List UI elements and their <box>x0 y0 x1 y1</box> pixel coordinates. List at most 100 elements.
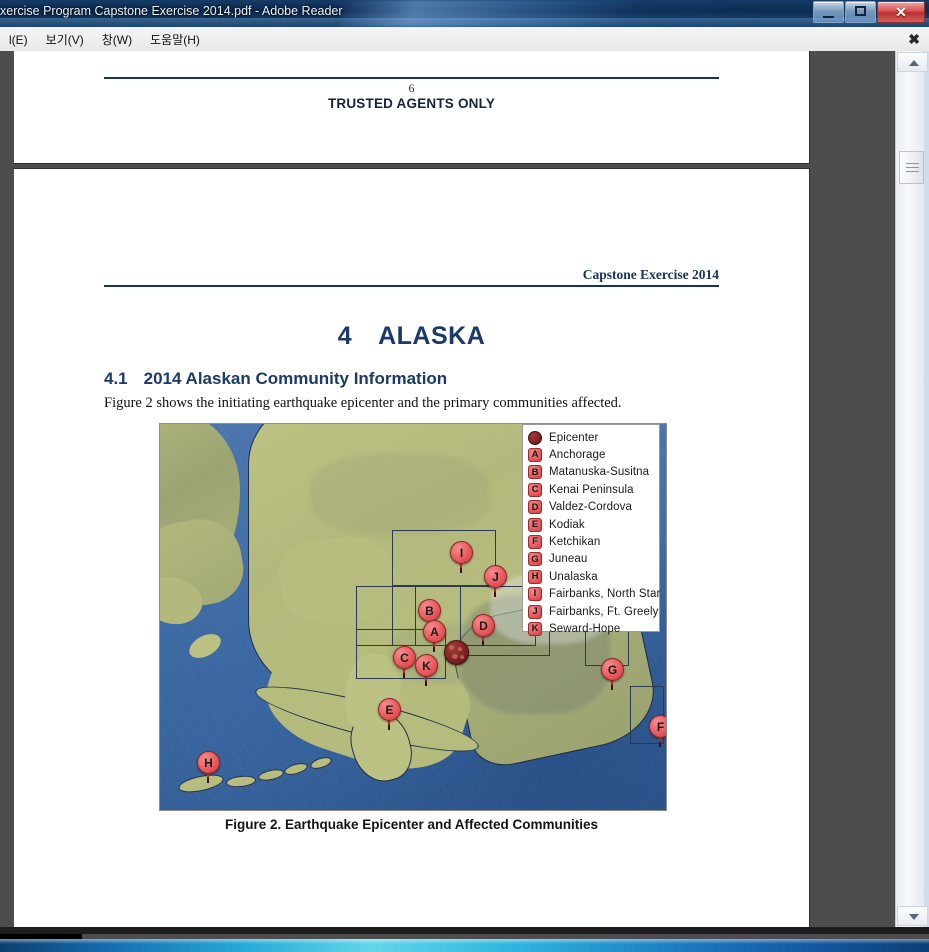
section-heading-1-number: 4 <box>337 322 353 350</box>
scrollbar-thumb[interactable] <box>899 151 924 184</box>
legend-item-K: K Seward-Hope <box>523 620 659 637</box>
legend-badge-E: E <box>528 517 542 532</box>
map-marker-H[interactable]: H <box>197 751 220 783</box>
section-heading-1: 4 ALASKA <box>104 322 719 351</box>
adobe-reader-window: xercise Program Capstone Exercise 2014.p… <box>0 0 929 952</box>
figure-2-map[interactable]: I J B A D C K E G H F Epicenter A Anchor… <box>159 423 667 811</box>
pin-head: B <box>418 599 441 622</box>
map-marker-E[interactable]: E <box>378 698 401 730</box>
taskbar-dark-strip <box>0 927 929 934</box>
map-marker-label: F <box>656 719 665 734</box>
chevron-down-icon <box>909 914 919 920</box>
map-marker-A[interactable]: A <box>423 620 446 652</box>
titlebar-bottom-sheen <box>0 18 929 27</box>
page-footer-rule <box>104 77 719 79</box>
legend-badge-epicenter <box>528 430 542 445</box>
menu-item-edit[interactable]: l(E) <box>0 30 37 50</box>
epicenter-speckle <box>458 647 462 651</box>
legend-badge-D: D <box>528 500 542 515</box>
map-marker-C[interactable]: C <box>393 646 416 678</box>
menu-item-help[interactable]: 도움말(H) <box>141 28 209 51</box>
legend-label: Valdez-Cordova <box>549 501 633 514</box>
minimize-button[interactable] <box>813 1 844 23</box>
pin-head: J <box>484 565 507 588</box>
window-title: xercise Program Capstone Exercise 2014.p… <box>0 4 343 18</box>
legend-item-B: B Matanuska-Susitna <box>523 464 659 481</box>
legend-badge-B: B <box>528 465 542 480</box>
document-viewport[interactable]: 6 TRUSTED AGENTS ONLY Capstone Exercise … <box>0 51 895 927</box>
running-header: Capstone Exercise 2014 <box>582 267 719 282</box>
map-marker-label: D <box>479 618 488 633</box>
legend-label: Matanuska-Susitna <box>549 466 650 479</box>
legend-badge-A: A <box>528 448 542 463</box>
legend-label: Fairbanks, Ft. Greely <box>549 605 659 618</box>
legend-badge-F: F <box>528 535 542 550</box>
scrollbar-track-shade <box>924 51 929 927</box>
legend-item-F: F Ketchikan <box>523 533 659 550</box>
map-marker-label: G <box>607 662 618 677</box>
maximize-button[interactable] <box>845 1 876 23</box>
vertical-scrollbar[interactable] <box>895 51 929 927</box>
map-marker-J[interactable]: J <box>484 565 507 597</box>
legend-item-J: J Fairbanks, Ft. Greely <box>523 603 659 620</box>
pdf-page-current: Capstone Exercise 2014 4 ALASKA 4.1 2014 A… <box>14 169 809 927</box>
map-marker-label: B <box>425 603 434 618</box>
map-marker-I[interactable]: I <box>450 541 473 573</box>
page-number: 6 <box>408 81 415 95</box>
legend-label: Seward-Hope <box>549 622 621 635</box>
map-marker-label: A <box>430 624 439 639</box>
legend-label: Juneau <box>549 553 588 566</box>
viewer-left-gutter <box>0 51 14 927</box>
map-marker-K[interactable]: K <box>415 654 438 686</box>
legend-badge-K: K <box>528 621 542 636</box>
page-header-rule <box>104 285 719 287</box>
section-heading-1-text: ALASKA <box>378 322 486 350</box>
map-marker-label: J <box>492 569 499 584</box>
pin-head: D <box>472 614 495 637</box>
map-marker-label: I <box>459 545 464 560</box>
legend-badge-I: I <box>528 587 542 602</box>
epicenter-speckle <box>452 654 458 659</box>
window-titlebar[interactable]: xercise Program Capstone Exercise 2014.p… <box>0 0 929 27</box>
close-icon: ✕ <box>895 4 907 20</box>
grip-lines-icon <box>906 163 919 164</box>
section-heading-2-text: 2014 Alaskan Community Information <box>143 369 448 388</box>
chevron-up-icon <box>909 60 919 66</box>
figure-caption: Figure 2. Earthquake Epicenter and Affec… <box>224 817 599 832</box>
pin-head: A <box>423 620 446 643</box>
map-marker-D[interactable]: D <box>472 614 495 646</box>
pin-head: G <box>601 658 624 681</box>
menu-item-view[interactable]: 보기(V) <box>37 28 93 51</box>
pdf-page-previous: 6 TRUSTED AGENTS ONLY <box>14 51 809 163</box>
legend-badge-H: H <box>528 569 542 584</box>
pin-head: E <box>378 698 401 721</box>
window-controls: ✕ <box>812 1 925 23</box>
map-marker-label: H <box>204 755 213 770</box>
legend-badge-C: C <box>528 482 542 497</box>
menu-items: l(E) 보기(V) 창(W) 도움말(H) <box>0 27 209 51</box>
close-button[interactable]: ✕ <box>877 1 925 23</box>
body-paragraph: Figure 2 shows the initiating earthquake… <box>104 395 622 411</box>
map-marker-G[interactable]: G <box>601 658 624 690</box>
legend-item-I: I Fairbanks, North Star <box>523 586 661 603</box>
legend-item-epicenter: Epicenter <box>523 429 659 446</box>
legend-label: Ketchikan <box>549 536 601 549</box>
scroll-up-button[interactable] <box>897 52 928 72</box>
legend-label: Kodiak <box>549 518 585 531</box>
legend-label: Unalaska <box>549 570 598 583</box>
menu-bar: l(E) 보기(V) 창(W) 도움말(H) ✖ <box>0 27 929 52</box>
legend-item-A: A Anchorage <box>523 446 659 463</box>
map-marker-label: E <box>385 702 394 717</box>
legend-badge-J: J <box>528 604 542 619</box>
legend-label: Fairbanks, North Star <box>549 588 661 601</box>
pin-head: F <box>649 715 666 738</box>
map-marker-epicenter[interactable] <box>444 640 469 665</box>
legend-item-C: C Kenai Peninsula <box>523 481 659 498</box>
map-legend: Epicenter A Anchorage B Matanuska-Susitn… <box>522 424 661 636</box>
scroll-down-button[interactable] <box>897 906 928 926</box>
menu-item-window[interactable]: 창(W) <box>93 28 141 51</box>
pin-head: C <box>393 646 416 669</box>
close-document-icon[interactable]: ✖ <box>908 29 920 49</box>
map-marker-F[interactable]: F <box>649 715 666 747</box>
legend-label: Anchorage <box>549 449 606 462</box>
